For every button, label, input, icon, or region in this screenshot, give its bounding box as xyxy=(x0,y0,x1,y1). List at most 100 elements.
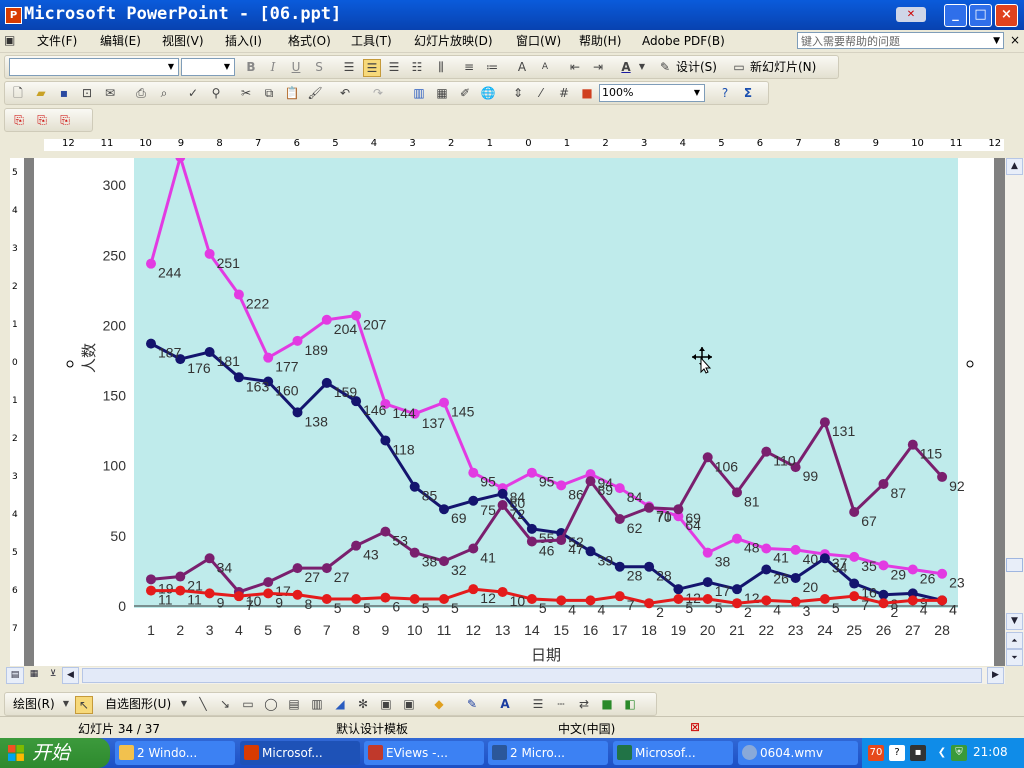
show-formatting-icon[interactable]: ⁄ xyxy=(533,85,549,101)
minimize-button[interactable]: _ xyxy=(944,4,967,27)
cut-icon[interactable]: ✂ xyxy=(238,85,254,101)
chevron-down-icon[interactable]: ▼ xyxy=(180,696,188,712)
rectangle-icon[interactable]: ▭ xyxy=(240,696,256,712)
menu-edit[interactable]: 编辑(E) xyxy=(100,33,141,49)
task-media-player[interactable]: 0604.wmv xyxy=(738,741,858,765)
decrease-font-icon[interactable]: A xyxy=(537,59,553,75)
print-preview-icon[interactable]: ⌕ xyxy=(156,85,172,101)
arrow-style-icon[interactable]: ⇄ xyxy=(576,696,592,712)
increase-font-icon[interactable]: A xyxy=(514,59,530,75)
help-icon[interactable]: ? xyxy=(717,85,733,101)
task-windows-explorer[interactable]: 2 Windo... xyxy=(115,741,235,765)
textbox-icon[interactable]: ▤ xyxy=(286,696,302,712)
new-file-icon[interactable]: 🗋 xyxy=(10,85,26,101)
zoom-combo[interactable]: 100% ▼ xyxy=(599,84,705,102)
dash-style-icon[interactable]: ┄ xyxy=(553,696,569,712)
color-grayscale-icon[interactable]: ■ xyxy=(579,85,595,101)
normal-view-button[interactable]: ▤ xyxy=(6,667,24,684)
chevron-down-icon[interactable]: ▼ xyxy=(221,60,233,74)
scroll-up-button[interactable]: ▲ xyxy=(1006,158,1023,175)
font-color-icon[interactable]: A xyxy=(497,696,513,712)
redo-icon[interactable]: ↷ xyxy=(370,85,386,101)
menu-format[interactable]: 格式(O) xyxy=(288,33,331,49)
hyperlink-icon[interactable]: 🌐 xyxy=(480,85,496,101)
open-folder-icon[interactable]: ▰ xyxy=(33,85,49,101)
previous-slide-button[interactable]: ⏶ xyxy=(1006,632,1023,649)
tray-icon[interactable]: ▪ xyxy=(910,745,926,761)
maximize-button[interactable]: □ xyxy=(969,4,992,27)
underline-button[interactable]: U xyxy=(288,59,304,75)
chevron-down-icon[interactable]: ▼ xyxy=(993,33,1000,50)
line-chart[interactable]: 0501001502002503001 2 3 4 5 6 7 8 9 10 11 12 13 14 15 1… xyxy=(34,158,994,666)
shield-icon[interactable]: ⛨ xyxy=(951,745,967,761)
scroll-thumb[interactable] xyxy=(1006,558,1023,572)
font-name-combo[interactable]: ▼ xyxy=(9,58,179,76)
format-painter-icon[interactable]: 🖌 xyxy=(307,85,323,101)
menu-help[interactable]: 帮助(H) xyxy=(579,33,621,49)
pdf-email-icon[interactable]: ⎘ xyxy=(34,112,50,128)
app-tray-icon[interactable]: 70 xyxy=(868,745,884,761)
line-style-icon[interactable]: ☰ xyxy=(530,696,546,712)
slide-sorter-button[interactable]: ▦ xyxy=(25,667,43,684)
help-search-input[interactable]: 键入需要帮助的问题 ▼ xyxy=(797,32,1004,49)
menu-adobe-pdf[interactable]: Adobe PDF(B) xyxy=(642,33,725,49)
tables-borders-icon[interactable]: ✐ xyxy=(457,85,473,101)
distribute-icon[interactable]: ☷ xyxy=(409,59,425,75)
grid-icon[interactable]: # xyxy=(556,85,572,101)
print-icon[interactable]: ⎙ xyxy=(133,85,149,101)
italic-button[interactable]: I xyxy=(265,59,281,75)
new-slide-button[interactable]: 新幻灯片(N) xyxy=(750,59,816,75)
save-icon[interactable]: ▪ xyxy=(56,85,72,101)
bold-button[interactable]: B xyxy=(243,59,259,75)
close-button[interactable]: × xyxy=(995,4,1018,27)
slide-editing-area[interactable]: 0 50 100 150 200 250 300 1 2 3 4 5 6 7 8 9 10 11 12 13 14 15 1… xyxy=(24,158,1005,666)
template-name[interactable]: 默认设计模板 xyxy=(336,720,408,737)
line-color-icon[interactable]: ✎ xyxy=(464,696,480,712)
help-tray-icon[interactable]: ? xyxy=(889,745,905,761)
align-left-icon[interactable]: ☰ xyxy=(341,59,357,75)
menu-tools[interactable]: 工具(T) xyxy=(351,33,392,49)
document-close-button[interactable]: × xyxy=(1010,33,1020,47)
decrease-indent-icon[interactable]: ⇤ xyxy=(567,59,583,75)
pdf-convert-icon[interactable]: ⎘ xyxy=(11,112,27,128)
menu-file[interactable]: 文件(F) xyxy=(37,33,77,49)
chevron-down-icon[interactable]: ▼ xyxy=(165,60,177,74)
copy-icon[interactable]: ⧉ xyxy=(261,85,277,101)
document-icon[interactable]: ▣ xyxy=(4,33,24,49)
expand-all-icon[interactable]: ⇕ xyxy=(510,85,526,101)
clipart-icon[interactable]: ▣ xyxy=(378,696,394,712)
wordart-icon[interactable]: ◢ xyxy=(332,696,348,712)
menu-window[interactable]: 窗口(W) xyxy=(516,33,561,49)
autoshapes-button[interactable]: 自选图形(U) xyxy=(105,696,171,712)
menu-insert[interactable]: 插入(I) xyxy=(225,33,262,49)
scroll-left-button[interactable]: ◀ xyxy=(62,667,79,684)
task-powerpoint[interactable]: Microsof... xyxy=(240,741,360,765)
draw-menu-button[interactable]: 绘图(R) xyxy=(13,696,55,712)
chevron-left-icon[interactable]: ❮ xyxy=(934,745,950,761)
shadow-style-icon[interactable]: ■ xyxy=(599,696,615,712)
research-icon[interactable]: ⚲ xyxy=(208,85,224,101)
align-center-icon[interactable]: ☰ xyxy=(363,59,381,77)
spelling-icon[interactable]: ✓ xyxy=(185,85,201,101)
task-word[interactable]: 2 Micro... xyxy=(488,741,608,765)
bullet-list-icon[interactable]: ≔ xyxy=(484,59,500,75)
email-icon[interactable]: ✉ xyxy=(102,85,118,101)
fill-color-icon[interactable]: ◆ xyxy=(431,696,447,712)
next-slide-button[interactable]: ⏷ xyxy=(1006,649,1023,666)
task-eviews[interactable]: EViews -... xyxy=(364,741,484,765)
vertical-textbox-icon[interactable]: ▥ xyxy=(309,696,325,712)
horizontal-scrollbar[interactable]: ◀ ▶ xyxy=(62,667,1005,684)
columns-icon[interactable]: ⫼ xyxy=(433,59,449,75)
diagram-icon[interactable]: ✻ xyxy=(355,696,371,712)
chevron-down-icon[interactable]: ▼ xyxy=(638,59,646,75)
menu-slideshow[interactable]: 幻灯片放映(D) xyxy=(414,33,493,49)
design-button[interactable]: 设计(S) xyxy=(676,59,717,75)
insert-chart-icon[interactable]: ▥ xyxy=(411,85,427,101)
scroll-down-button[interactable]: ▼ xyxy=(1006,613,1023,630)
arrow-icon[interactable]: ↘ xyxy=(217,696,233,712)
line-icon[interactable]: ╲ xyxy=(195,696,211,712)
scroll-right-button[interactable]: ▶ xyxy=(987,667,1004,684)
task-excel[interactable]: Microsof... xyxy=(613,741,733,765)
increase-indent-icon[interactable]: ⇥ xyxy=(590,59,606,75)
picture-icon[interactable]: ▣ xyxy=(401,696,417,712)
